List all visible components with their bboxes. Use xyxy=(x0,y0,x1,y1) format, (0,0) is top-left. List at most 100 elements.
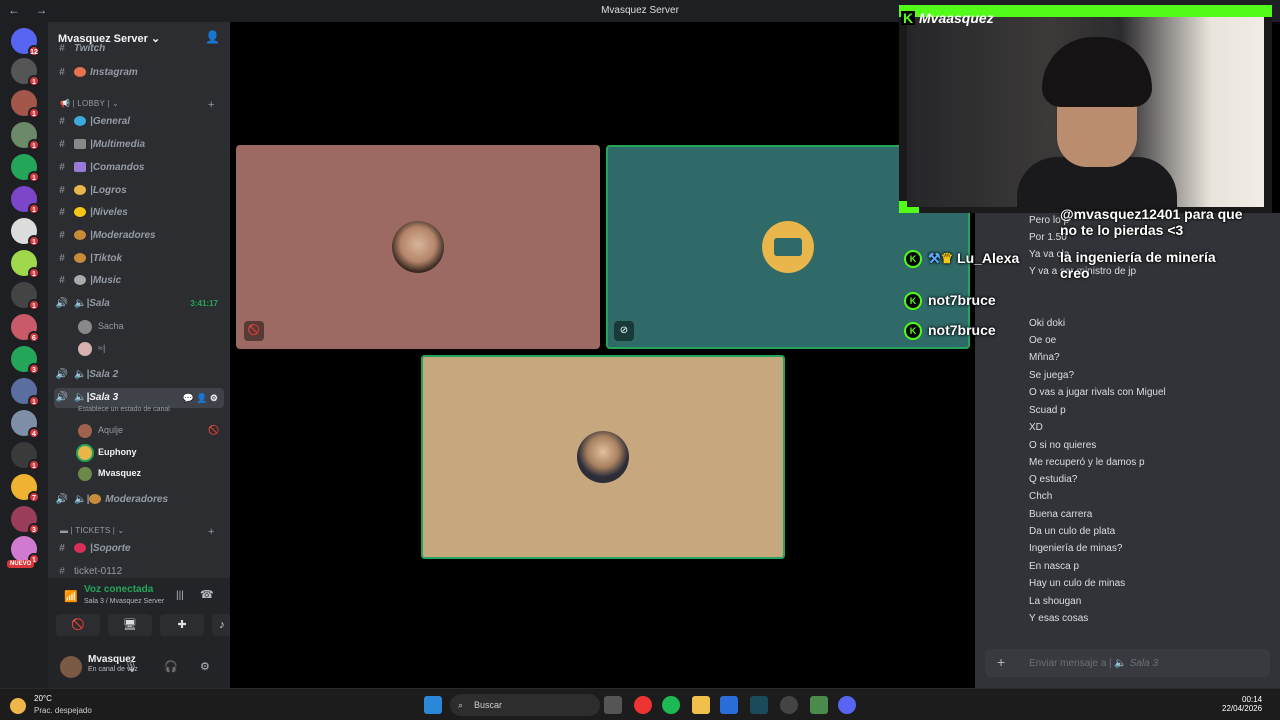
avatar xyxy=(78,445,92,460)
sun-icon xyxy=(10,698,26,714)
deafened-icon: ⊘ xyxy=(614,321,634,341)
video-tile-mvasquez[interactable] xyxy=(421,355,785,559)
disconnect-icon[interactable]: ☎ xyxy=(200,588,214,601)
add-channel-icon[interactable]: + xyxy=(208,526,215,538)
avatar xyxy=(577,431,629,483)
speaker-icon: 🔈 xyxy=(74,298,87,309)
streamer-tag: K Mvaasquez xyxy=(901,10,994,26)
server-icon[interactable]: 1 xyxy=(11,218,40,247)
voice-user-aqulje[interactable]: Aqulje xyxy=(78,420,123,440)
channel-instagram[interactable]: # Instagram xyxy=(54,63,224,83)
add-attachment-icon[interactable]: + xyxy=(997,654,1005,670)
voice-channel-sala[interactable]: 🔊 🔈|Sala 3:41:17 xyxy=(54,294,224,314)
server-icon[interactable]: 1 xyxy=(11,154,40,183)
server-icon[interactable]: 1 xyxy=(11,186,40,215)
server-icon[interactable]: 3 xyxy=(11,346,40,375)
voice-channel-sala-2[interactable]: 🔊 🔈|Sala 2 xyxy=(54,365,224,385)
camera-off-button[interactable]: 🚫 xyxy=(56,614,100,636)
server-icon[interactable]: 1 xyxy=(11,122,40,151)
video-tile-aqulje[interactable]: 🚫 xyxy=(236,145,600,349)
server-icon[interactable]: 6 xyxy=(11,314,40,343)
activities-button[interactable]: ✚ xyxy=(160,614,204,636)
signal-icon[interactable]: 📶 xyxy=(64,590,78,603)
microphone-icon[interactable]: 🎙 xyxy=(124,660,138,673)
kick-badge-icon: K xyxy=(904,322,922,341)
voice-status[interactable]: Voz conectada xyxy=(84,584,153,595)
spotify-icon[interactable] xyxy=(662,696,680,714)
gear-icon[interactable]: ⚙ xyxy=(200,660,210,673)
channel-multimedia[interactable]: # |Multimedia xyxy=(54,135,224,155)
channel-music[interactable]: # |Music xyxy=(54,271,224,291)
server-icon[interactable]: 1 xyxy=(11,282,40,311)
user-panel: Mvasquez En canal de voz 🎙 🎧 ⚙ xyxy=(48,648,230,688)
kick-badge-icon: K xyxy=(904,250,922,269)
kick-badge-icon: K xyxy=(904,292,922,311)
app-icon[interactable] xyxy=(810,696,828,714)
share-screen-button[interactable]: 🖥 xyxy=(108,614,152,636)
chat-message: O vas a jugar rivals con Miguel xyxy=(1029,387,1166,398)
app-icon[interactable] xyxy=(750,696,768,714)
cassette-avatar-icon xyxy=(762,221,814,273)
overlay-alert-text: @mvasquez12401 para que no te lo pierdas … xyxy=(1060,206,1243,238)
hash-icon: # xyxy=(59,67,65,78)
channel-action-icons[interactable]: 💬 👤 ⚙ xyxy=(183,388,218,408)
overlay-chat-user: K ⚒♛ Lu_Alexa xyxy=(904,250,1019,269)
noise-suppression-icon[interactable]: ||| xyxy=(176,590,184,601)
voice-connection-panel: 📶 Voz conectada Sala 3 / Mvasquez Server… xyxy=(48,578,232,688)
channel-tiktok[interactable]: # |Tiktok xyxy=(54,249,224,269)
channel-logros[interactable]: # |Logros xyxy=(54,181,224,201)
task-view-icon[interactable] xyxy=(604,696,622,714)
app-icon[interactable] xyxy=(780,696,798,714)
channel-moderadores[interactable]: # |Moderadores xyxy=(54,226,224,246)
voice-user[interactable]: ≈| xyxy=(78,338,105,358)
server-icon[interactable]: 1 xyxy=(11,58,40,87)
chat-input-placeholder: Enviar mensaje a | 🔈 Sala 3 xyxy=(1029,658,1159,669)
search-box[interactable]: ⌕ Buscar xyxy=(450,694,600,716)
server-icon[interactable]: 7 xyxy=(11,474,40,503)
server-icon[interactable]: 1 xyxy=(11,250,40,279)
server-icon[interactable]: 4 xyxy=(11,410,40,439)
chat-message: Hay un culo de minas xyxy=(1029,578,1126,589)
hammer-icon: ⚒ xyxy=(928,250,941,266)
file-explorer-icon[interactable] xyxy=(692,696,710,714)
channel-partial[interactable]: # Twitch xyxy=(54,44,224,54)
channel-general[interactable]: # |General xyxy=(54,112,224,132)
opera-icon[interactable] xyxy=(634,696,652,714)
channel-niveles[interactable]: # |Niveles xyxy=(54,203,224,223)
search-icon: ⌕ xyxy=(458,700,464,710)
chat-message: Y esas cosas xyxy=(1029,613,1089,624)
chat-message: Buena carrera xyxy=(1029,509,1093,520)
voice-user-mvasquez[interactable]: Mvasquez xyxy=(78,463,141,483)
add-user-icon[interactable]: 👤 xyxy=(205,30,220,44)
soundboard-button[interactable]: ♪ xyxy=(212,614,232,636)
discord-home-icon[interactable]: 12 xyxy=(11,28,40,57)
windows-start-icon[interactable] xyxy=(424,696,442,714)
server-icon[interactable]: 1 xyxy=(11,442,40,471)
server-icon[interactable]: 1 xyxy=(11,90,40,119)
muted-mic-icon: 🚫 xyxy=(244,321,264,341)
clock[interactable]: 00:14 22/04/2026 xyxy=(1222,695,1262,713)
voice-location[interactable]: Sala 3 / Mvasquez Server xyxy=(84,598,164,605)
crown-icon: ♛ xyxy=(940,250,954,266)
server-icon[interactable]: 1 xyxy=(11,536,40,565)
category-lobby[interactable]: 📢 | LOBBY | ⌄ + xyxy=(60,99,214,111)
chat-input[interactable]: + Enviar mensaje a | 🔈 Sala 3 xyxy=(985,649,1270,677)
voice-user-euphony[interactable]: Euphony xyxy=(78,442,137,462)
chat-message: La shougan xyxy=(1029,596,1082,607)
voice-channel-sala-3[interactable]: 🔊 🔈|Sala 3 💬 👤 ⚙ xyxy=(54,388,224,408)
category-tickets[interactable]: ▬ | TICKETS | ⌄ + xyxy=(60,526,214,538)
voice-user[interactable]: Sacha xyxy=(78,316,124,336)
server-icon[interactable]: 3 xyxy=(11,506,40,535)
chat-message: O si no quieres xyxy=(1029,440,1097,451)
discord-icon[interactable] xyxy=(838,696,856,714)
channel-soporte[interactable]: # |Soporte xyxy=(54,539,224,559)
headphones-icon[interactable]: 🎧 xyxy=(164,660,178,673)
server-icon[interactable]: 1 xyxy=(11,378,40,407)
avatar[interactable] xyxy=(60,656,82,678)
channel-comandos[interactable]: # |Comandos xyxy=(54,158,224,178)
channel-status[interactable]: Establece un estado de canal xyxy=(78,406,170,413)
voice-channel-moderadores[interactable]: 🔊 🔈| Moderadores xyxy=(54,490,224,510)
add-channel-icon[interactable]: + xyxy=(208,99,215,111)
kick-logo-icon: K xyxy=(901,10,915,26)
store-icon[interactable] xyxy=(720,696,738,714)
